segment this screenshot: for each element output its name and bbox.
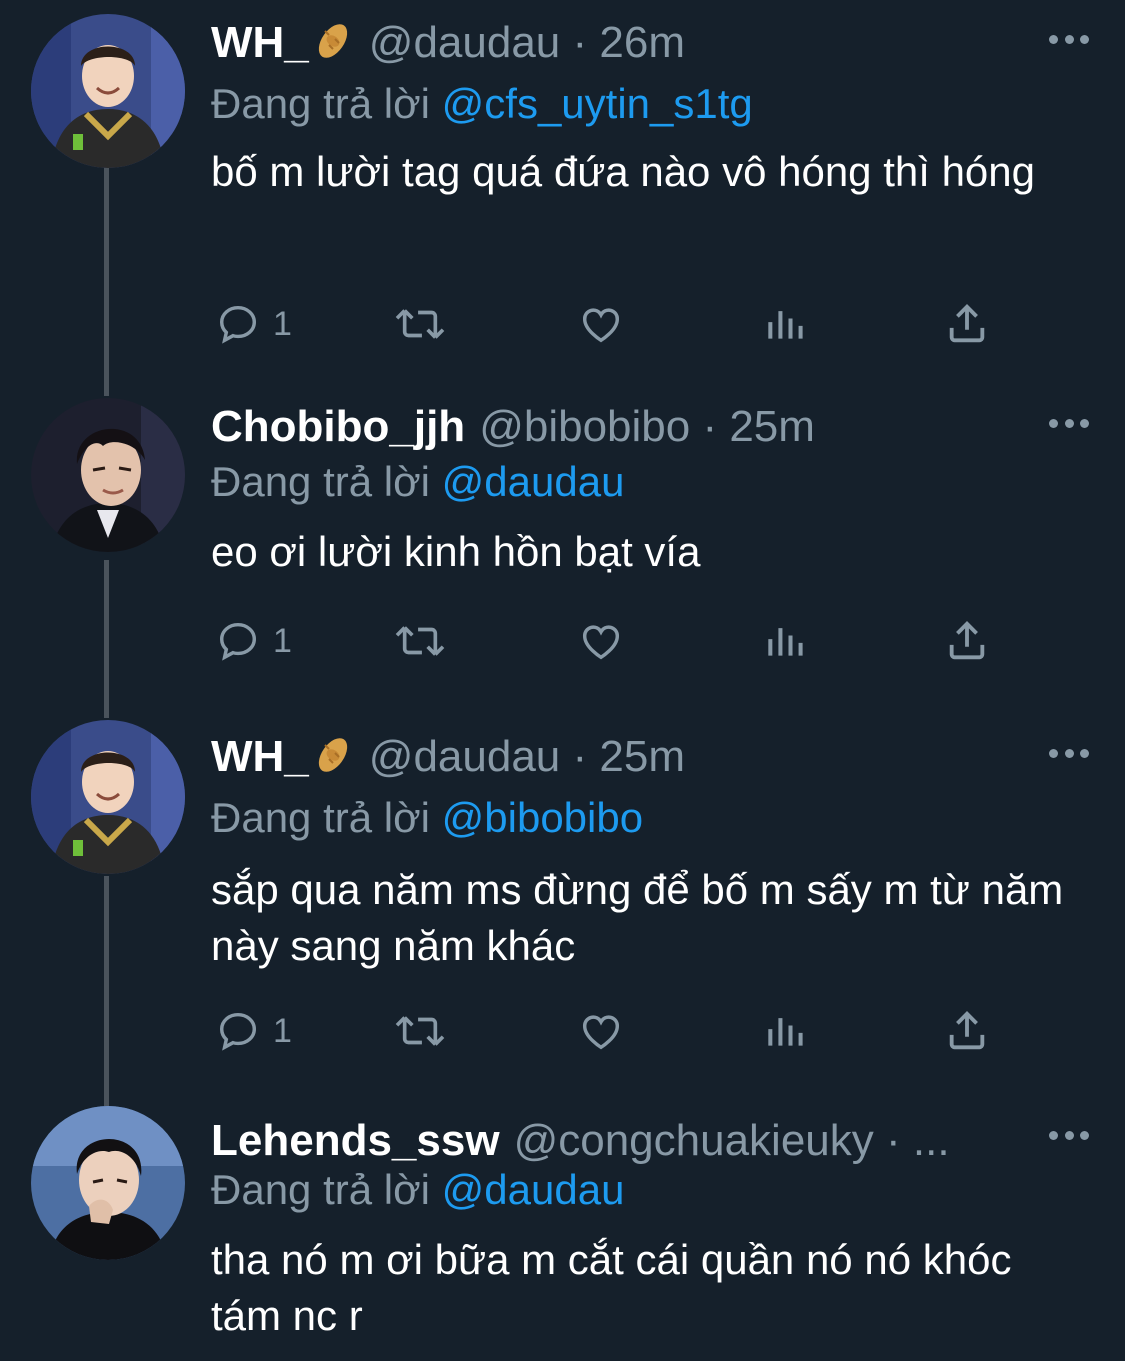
tweet-text: tha nó m ơi bữa m cắt cái quần nó nó khó…	[211, 1236, 1012, 1339]
tweet-text: eo ơi lười kinh hồn bạt vía	[211, 528, 701, 575]
reply-count: 1	[273, 304, 292, 343]
reply-count: 1	[273, 1011, 292, 1050]
like-icon	[582, 625, 620, 660]
share-icon	[949, 304, 985, 343]
views-button[interactable]	[763, 1008, 807, 1054]
replying-to: Đang trả lời @cfs_uytin_s1tg	[211, 76, 753, 132]
peanut-emoji-icon	[311, 19, 355, 72]
reply-button[interactable]: 1	[215, 618, 292, 664]
more-icon[interactable]	[1049, 416, 1089, 430]
share-button[interactable]	[943, 618, 991, 664]
tweet[interactable]: Chobibo_jjh @bibobibo · 25m Đang trả lời…	[0, 398, 1125, 698]
retweet-button[interactable]	[393, 1008, 447, 1054]
more-icon[interactable]	[1049, 32, 1089, 46]
retweet-icon	[395, 1016, 445, 1046]
tweet[interactable]: Lehends_ssw @congchuakieuky · ... Đang t…	[0, 1106, 1125, 1361]
reply-button[interactable]: 1	[215, 301, 292, 347]
reply-prefix: Đang trả lời	[211, 1166, 430, 1213]
reply-icon	[219, 1012, 257, 1051]
views-icon	[768, 628, 803, 656]
mention-link[interactable]: @bibobibo	[442, 794, 643, 841]
share-button[interactable]	[943, 1008, 991, 1054]
avatar[interactable]	[31, 1106, 185, 1260]
like-button[interactable]	[577, 1008, 625, 1054]
retweet-icon	[395, 309, 445, 339]
views-button[interactable]	[763, 301, 807, 347]
replying-to: Đang trả lời @daudau	[211, 454, 624, 510]
tweet[interactable]: WH_ @daudau · 26m Đang trả lời @cfs_uyti…	[0, 14, 1125, 374]
avatar[interactable]	[31, 398, 185, 552]
peanut-emoji-icon	[311, 733, 355, 786]
reply-prefix: Đang trả lời	[211, 80, 430, 127]
views-icon	[768, 1018, 803, 1046]
mention-link[interactable]: @cfs_uytin_s1tg	[442, 80, 753, 127]
views-button[interactable]	[763, 618, 807, 664]
views-icon	[768, 311, 803, 339]
more-icon[interactable]	[1049, 746, 1089, 760]
reply-icon	[219, 305, 257, 344]
share-icon	[949, 621, 985, 660]
display-name[interactable]: Chobibo_jjh	[211, 398, 465, 456]
reply-icon	[219, 622, 257, 661]
more-icon[interactable]	[1049, 1128, 1089, 1142]
retweet-button[interactable]	[393, 301, 447, 347]
tweet-header: WH_ @daudau · 26m	[211, 14, 1035, 72]
display-name[interactable]: WH_	[211, 14, 355, 72]
reply-button[interactable]: 1	[215, 1008, 292, 1054]
like-button[interactable]	[577, 618, 625, 664]
handle-and-time[interactable]: @daudau · 26m	[369, 14, 685, 72]
display-name[interactable]: WH_	[211, 728, 355, 786]
reply-count: 1	[273, 621, 292, 660]
tweet-actions: 1	[211, 1008, 1011, 1058]
retweet-button[interactable]	[393, 618, 447, 664]
reply-prefix: Đang trả lời	[211, 458, 430, 505]
tweet[interactable]: WH_ @daudau · 25m Đang trả lời @bibobibo…	[0, 720, 1125, 1080]
tweet-actions: 1	[211, 301, 1011, 351]
share-button[interactable]	[943, 301, 991, 347]
mention-link[interactable]: @daudau	[442, 458, 625, 505]
mention-link[interactable]: @daudau	[442, 1166, 625, 1213]
like-button[interactable]	[577, 301, 625, 347]
replying-to: Đang trả lời @daudau	[211, 1162, 624, 1218]
tweet-header: WH_ @daudau · 25m	[211, 728, 1035, 786]
tweet-text: bố m lười tag quá đứa nào vô hóng thì hó…	[211, 148, 1036, 195]
tweet-header: Chobibo_jjh @bibobibo · 25m	[211, 398, 1035, 456]
avatar[interactable]	[31, 720, 185, 874]
share-icon	[949, 1011, 985, 1050]
avatar[interactable]	[31, 14, 185, 168]
reply-prefix: Đang trả lời	[211, 794, 430, 841]
retweet-icon	[395, 626, 445, 656]
like-icon	[582, 308, 620, 343]
like-icon	[582, 1015, 620, 1050]
replying-to: Đang trả lời @bibobibo	[211, 790, 643, 846]
tweet-text: sắp qua năm ms đừng để bố m sấy m từ năm…	[211, 866, 1064, 969]
handle-and-time[interactable]: @daudau · 25m	[369, 728, 685, 786]
tweet-actions: 1	[211, 618, 1011, 668]
handle-and-time[interactable]: @bibobibo · 25m	[479, 398, 815, 456]
